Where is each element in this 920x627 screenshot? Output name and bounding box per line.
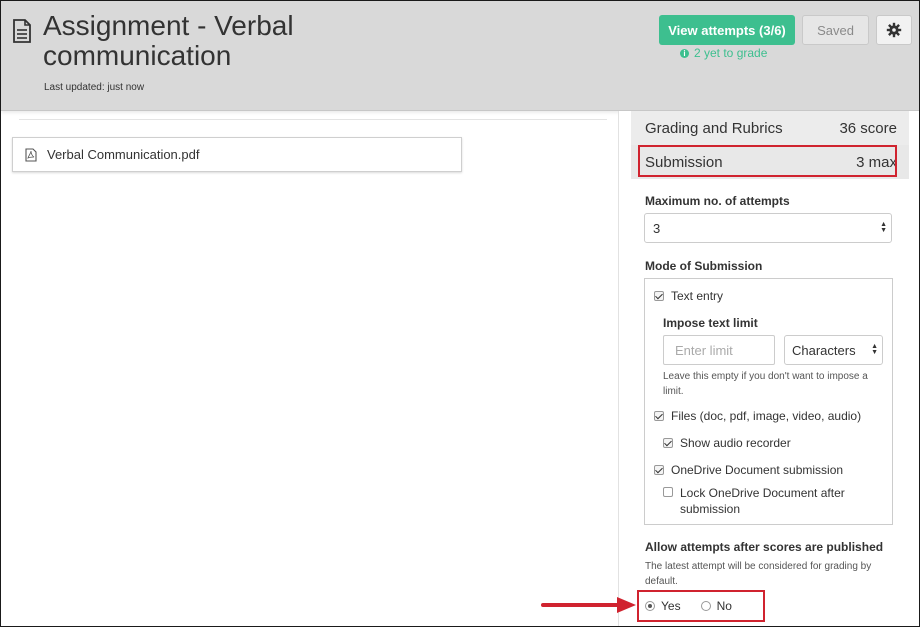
audio-recorder-option[interactable]: Show audio recorder xyxy=(663,436,791,450)
files-label: Files (doc, pdf, image, video, audio) xyxy=(671,409,862,423)
select-arrows-icon: ▲ ▼ xyxy=(871,343,878,356)
max-attempts-value: 3 xyxy=(653,220,661,236)
text-entry-option[interactable]: Text entry xyxy=(654,289,723,303)
page-title: Assignment - Verbal communication xyxy=(43,10,294,71)
info-icon: i xyxy=(680,48,689,58)
view-attempts-button[interactable]: View attempts (3/6) xyxy=(659,15,795,45)
document-icon xyxy=(13,19,31,43)
radio-highlight-box xyxy=(637,590,765,622)
onedrive-option[interactable]: OneDrive Document submission xyxy=(654,463,843,477)
to-grade-status: i 2 yet to grade xyxy=(680,46,767,60)
settings-button[interactable] xyxy=(876,15,912,45)
mode-of-submission-label: Mode of Submission xyxy=(645,259,763,273)
to-grade-text: 2 yet to grade xyxy=(694,46,768,60)
saved-button[interactable]: Saved xyxy=(802,15,869,45)
audio-recorder-label: Show audio recorder xyxy=(680,436,791,450)
last-updated-text: Last updated: just now xyxy=(44,82,145,93)
text-limit-unit-value: Characters xyxy=(792,342,856,358)
grading-label: Grading and Rubrics xyxy=(645,120,783,137)
gear-icon xyxy=(886,22,902,38)
audio-recorder-checkbox[interactable] xyxy=(663,438,673,448)
content-divider xyxy=(19,119,607,120)
grading-row[interactable]: Grading and Rubrics 36 score xyxy=(645,120,897,137)
attachment-card[interactable]: Verbal Communication.pdf xyxy=(12,137,462,172)
text-limit-unit-select[interactable]: Characters ▲ ▼ xyxy=(784,335,883,365)
lock-onedrive-checkbox[interactable] xyxy=(663,487,673,497)
lock-onedrive-label: Lock OneDrive Document after submission xyxy=(680,486,845,516)
lock-onedrive-option[interactable]: Lock OneDrive Document after submission xyxy=(663,485,863,517)
max-attempts-select[interactable]: 3 ▲ ▼ xyxy=(644,213,892,243)
select-arrows-icon: ▲ ▼ xyxy=(880,221,887,234)
text-limit-hint: Leave this empty if you don't want to im… xyxy=(663,371,868,397)
allow-attempts-hint: The latest attempt will be considered fo… xyxy=(645,561,872,587)
submission-highlight-box xyxy=(638,145,897,177)
app-window: Assignment - Verbal communication Last u… xyxy=(0,0,920,627)
pdf-icon xyxy=(25,147,37,162)
page-header: Assignment - Verbal communication Last u… xyxy=(1,1,919,111)
onedrive-label: OneDrive Document submission xyxy=(671,463,844,477)
text-entry-label: Text entry xyxy=(671,289,724,303)
text-limit-input[interactable]: Enter limit xyxy=(663,335,775,365)
attachment-filename: Verbal Communication.pdf xyxy=(47,147,200,162)
arrow-right-icon xyxy=(541,597,636,613)
grading-value: 36 score xyxy=(839,120,897,137)
onedrive-checkbox[interactable] xyxy=(654,465,664,475)
text-entry-checkbox[interactable] xyxy=(654,291,664,301)
text-limit-label: Impose text limit xyxy=(663,316,758,330)
allow-attempts-label: Allow attempts after scores are publishe… xyxy=(645,540,884,554)
files-option[interactable]: Files (doc, pdf, image, video, audio) xyxy=(654,409,861,423)
files-checkbox[interactable] xyxy=(654,411,664,421)
max-attempts-label: Maximum no. of attempts xyxy=(645,194,790,208)
